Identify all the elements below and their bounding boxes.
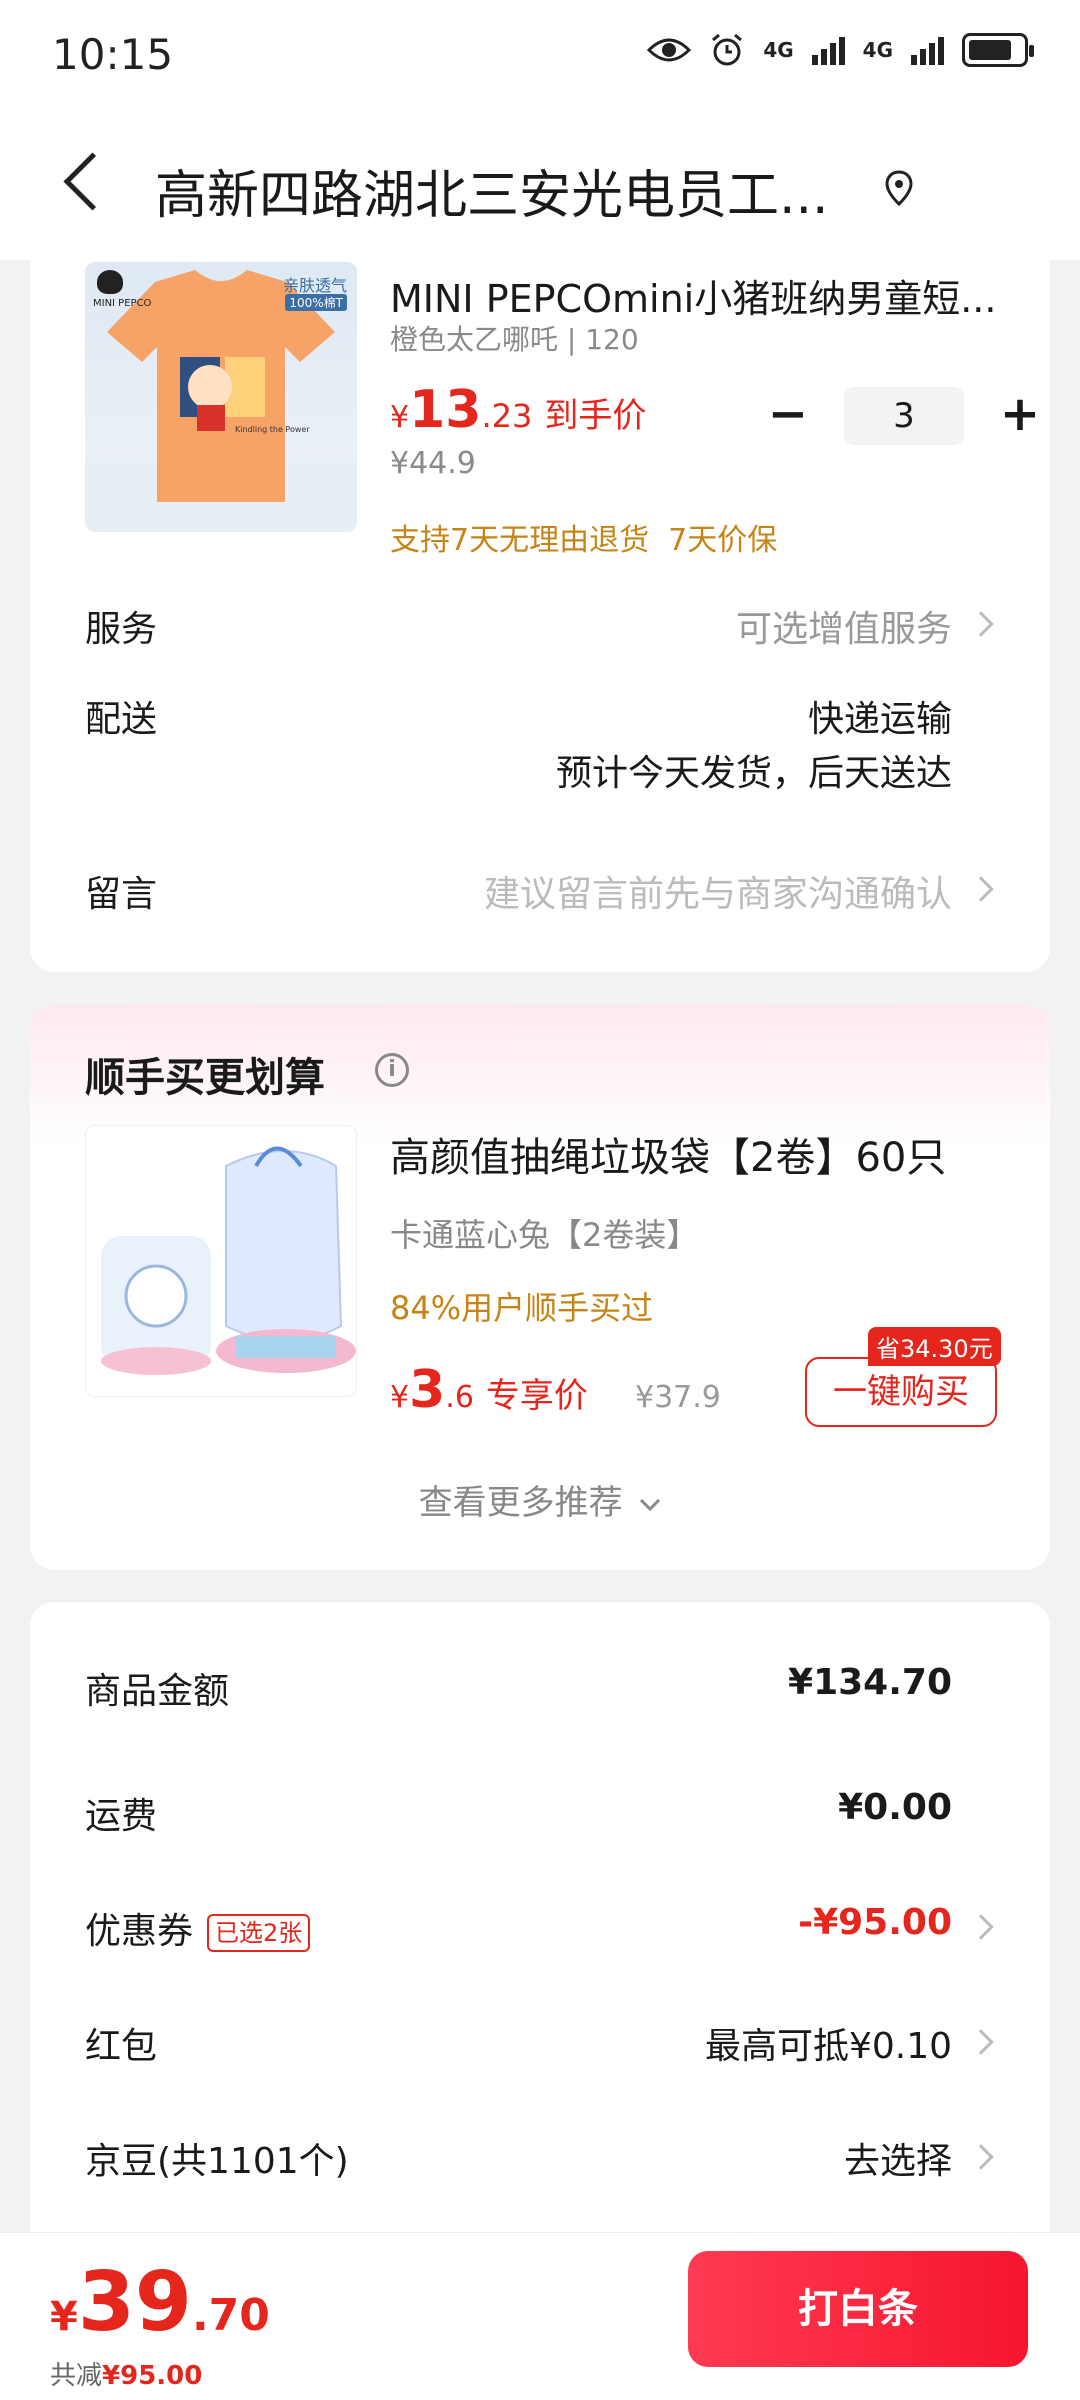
delivery-address[interactable]: 高新四路湖北三安光电员工... [155, 153, 855, 228]
image-badge: 100%棉T [285, 294, 347, 311]
alarm-icon [712, 33, 743, 66]
one-click-buy-button[interactable]: 一键购买 [805, 1357, 997, 1427]
save-badge: 省34.30元 [868, 1327, 1001, 1366]
total-price: ¥39.70 [50, 2255, 270, 2350]
delivery-label: 配送 [85, 699, 158, 740]
saved-amount: ¥95.00 [102, 2361, 203, 2391]
redpacket-value[interactable]: 最高可抵¥0.10 [705, 2017, 952, 2069]
svg-text:Kindling the Power: Kindling the Power [235, 425, 310, 434]
chevron-right-icon[interactable] [968, 1914, 994, 1940]
coupon-label-row: 优惠券 已选2张 [85, 1902, 311, 1954]
recommend-bought-rate: 84%用户顺手买过 [390, 1289, 654, 1327]
delivery-value[interactable]: 快递运输 [808, 690, 952, 742]
status-icons: 4G 4G [647, 32, 1034, 68]
product-image[interactable]: Kindling the Power 亲肤透气 100%棉T MINI PEPC… [85, 262, 357, 532]
price-tag: 专享价 [485, 1376, 588, 1416]
info-icon[interactable]: i [375, 1053, 409, 1087]
signal-icon-2 [911, 35, 944, 65]
battery-icon [962, 33, 1034, 67]
original-price: ¥44.9 [390, 446, 476, 481]
location-pin-icon[interactable] [885, 170, 913, 206]
header: 高新四路湖北三安光电员工... [0, 115, 1080, 260]
recommend-original-price: ¥37.9 [635, 1380, 721, 1415]
see-more-recommendations[interactable]: 查看更多推荐 [30, 1475, 1050, 1524]
network-4g-label-2: 4G [862, 38, 893, 62]
quantity-stepper: − 3 + [758, 386, 1050, 446]
brand-logo-icon [97, 270, 123, 294]
product-price: ¥13.23 到手价 [390, 380, 646, 440]
total-integer: 39 [77, 2255, 192, 2350]
recommend-price: ¥3.6 专享价 [390, 1360, 588, 1420]
increase-button[interactable]: + [990, 386, 1050, 446]
price-currency: ¥ [390, 400, 410, 435]
service-promise: 支持7天无理由退货 7天价保 [390, 523, 778, 558]
price-decimal: .23 [481, 397, 533, 435]
back-icon[interactable] [50, 147, 110, 217]
quantity-value[interactable]: 3 [844, 387, 964, 445]
status-bar: 10:15 4G 4G [0, 0, 1080, 115]
product-title[interactable]: MINI PEPCOmini小猪班纳男童短... [390, 268, 1030, 323]
recommend-section-title: 顺手买更划算 [85, 1055, 325, 1101]
pay-baitiao-button[interactable]: 打白条 [688, 2251, 1028, 2367]
chevron-right-icon[interactable] [968, 611, 994, 637]
price-integer: 13 [409, 380, 482, 440]
jingdou-label: 京豆(共1101个) [85, 2141, 349, 2182]
total-currency: ¥ [50, 2294, 78, 2340]
price-tag: 到手价 [544, 396, 647, 436]
recommend-card: 顺手买更划算 i 高颜值抽绳垃圾袋【2卷】60只 卡通蓝心兔【2卷装】 84%用… [30, 1005, 1050, 1570]
goods-amount-value: ¥134.70 [788, 1662, 952, 1703]
see-more-label: 查看更多推荐 [418, 1483, 623, 1523]
product-sku[interactable]: 橙色太乙哪吒 | 120 [390, 318, 639, 358]
recommend-sku[interactable]: 卡通蓝心兔【2卷装】 [390, 1210, 698, 1256]
delivery-estimate: 预计今天发货，后天送达 [555, 753, 952, 794]
total-saved: 共减¥95.00 [50, 2355, 202, 2392]
freight-label: 运费 [85, 1796, 158, 1837]
image-brand: MINI PEPCO [93, 298, 152, 309]
coupon-label: 优惠券 [85, 1911, 194, 1952]
product-card: Kindling the Power 亲肤透气 100%棉T MINI PEPC… [30, 250, 1050, 972]
freight-value: ¥0.00 [838, 1787, 952, 1828]
service-value[interactable]: 可选增值服务 [736, 600, 952, 652]
coupon-value[interactable]: -¥95.00 [798, 1902, 952, 1943]
chevron-right-icon[interactable] [968, 2029, 994, 2055]
redpacket-label: 红包 [85, 2026, 158, 2067]
price-integer: 3 [409, 1360, 446, 1420]
chevron-right-icon[interactable] [968, 2144, 994, 2170]
image-caption-top: 亲肤透气 [282, 276, 347, 295]
goods-amount-label: 商品金额 [85, 1671, 230, 1712]
message-input[interactable]: 建议留言前先与商家沟通确认 [484, 865, 952, 917]
service-label: 服务 [85, 609, 158, 650]
bottom-checkout-bar: ¥39.70 共减¥95.00 打白条 [0, 2232, 1080, 2400]
recommend-title[interactable]: 高颜值抽绳垃圾袋【2卷】60只 [390, 1125, 946, 1183]
message-label: 留言 [85, 874, 158, 915]
status-time: 10:15 [52, 30, 174, 79]
price-decimal: .6 [445, 1380, 474, 1415]
trash-bag-image [101, 1146, 356, 1375]
recommend-image[interactable] [85, 1125, 357, 1397]
chevron-down-icon [640, 1498, 661, 1511]
jingdou-value[interactable]: 去选择 [844, 2132, 952, 2184]
total-decimal: .70 [191, 2290, 270, 2341]
price-currency: ¥ [390, 1380, 410, 1415]
network-4g-label: 4G [763, 38, 794, 62]
decrease-button[interactable]: − [758, 386, 818, 446]
saved-label: 共减 [50, 2361, 103, 2391]
coupon-selected-badge: 已选2张 [207, 1914, 311, 1952]
signal-icon [811, 35, 845, 65]
eye-icon [647, 38, 692, 62]
chevron-right-icon[interactable] [968, 876, 994, 902]
